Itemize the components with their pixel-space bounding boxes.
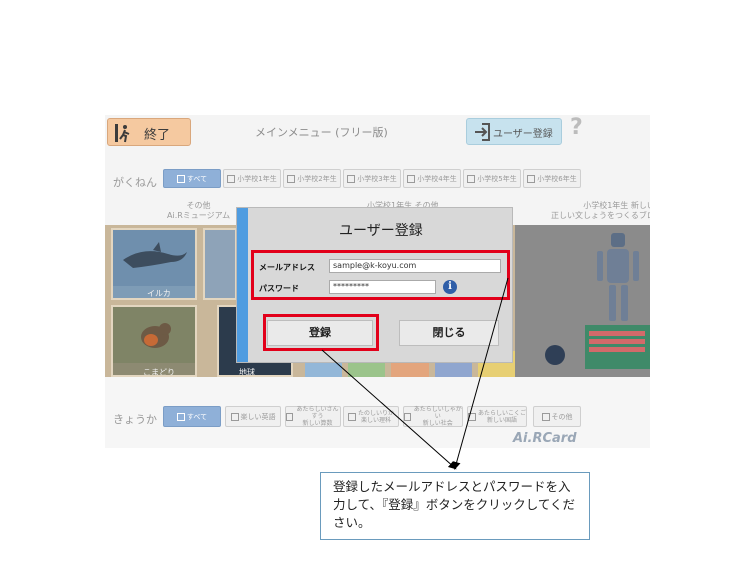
checkbox-icon [541, 412, 550, 421]
email-field[interactable]: sample@k-koyu.com [329, 259, 501, 273]
tile-caption-dolphin: イルカ [147, 289, 171, 298]
grade-chip-label: 小学校6年生 [537, 174, 577, 183]
checkbox-icon [467, 174, 476, 183]
register-button[interactable]: 登録 [267, 320, 373, 346]
subject-chip-line2: 新しい社会 [422, 420, 453, 427]
help-icon[interactable]: ? [570, 115, 583, 140]
grade-chip-label: 小学校4年生 [417, 174, 457, 183]
subject-chip[interactable]: すべて [163, 406, 221, 427]
grade-chip-label: 小学校2年生 [297, 174, 337, 183]
subject-filter-label: きょうか [113, 413, 157, 426]
tile-caption-robin: こまどり [143, 368, 175, 377]
subject-chip-line2: 楽しい理科 [360, 416, 391, 424]
user-register-button[interactable]: ユーザー登録 [466, 118, 562, 145]
subject-chip[interactable]: 楽しい英語 [225, 406, 281, 427]
subject-chip-line1: あたらしいさんすう [296, 406, 339, 420]
grade-chip[interactable]: 小学校5年生 [463, 169, 521, 188]
tile-caption-earth: 地球 [239, 368, 255, 377]
left-caption-line2: Ai.Rミュージアム [167, 211, 231, 220]
subject-chip-line1: たのしいりか [357, 409, 394, 417]
exit-button-label: 終了 [144, 128, 171, 143]
subject-chip[interactable]: あたらしいこくご 新しい国語 [467, 406, 527, 427]
subject-chip-line1: あたらしいしゃかい [413, 406, 462, 420]
exit-door-icon [115, 124, 130, 143]
checkbox-icon [227, 174, 236, 183]
right-caption-line2: 正しい文しょうをつくるブロック [551, 211, 650, 220]
left-column-caption: その他 Ai.Rミュージアム [167, 201, 230, 221]
grade-chip[interactable]: すべて [163, 169, 221, 188]
subject-chip-text: 楽しい英語 [241, 412, 276, 422]
menu-title: メインメニュー (フリー版) [255, 126, 388, 139]
tile-robin[interactable]: こまどり [111, 305, 197, 377]
subject-chip[interactable]: たのしいりか 楽しい理科 [343, 406, 399, 427]
checkbox-icon [176, 412, 185, 421]
subject-chip-line1: その他 [551, 412, 573, 421]
checkbox-icon [347, 412, 356, 421]
right-caption-line1: 小学校1年生 新しい国語 [583, 201, 650, 210]
info-icon[interactable]: i [443, 280, 457, 294]
subject-chip-line2: 新しい算数 [302, 420, 333, 427]
grade-filter-label: がくねん [113, 176, 157, 189]
subject-chip[interactable]: あたらしいさんすう 新しい算数 [285, 406, 341, 427]
subject-chip-text: あたらしいさんすう 新しい算数 [295, 406, 340, 427]
user-register-dialog: ユーザー登録 メールアドレス sample@k-koyu.com パスワード *… [236, 207, 513, 363]
checkbox-icon [347, 174, 356, 183]
dialog-title: ユーザー登録 [339, 223, 423, 239]
checkbox-icon [527, 174, 536, 183]
login-icon [475, 123, 490, 141]
robot-image [515, 225, 650, 377]
checkbox-icon [404, 412, 412, 421]
instruction-callout: 登録したメールアドレスとパスワードを入力して、『登録』ボタンをクリックしてくださ… [320, 472, 590, 540]
checkbox-icon [230, 412, 239, 421]
dolphin-image [113, 230, 195, 286]
subject-chip-line1: あたらしいこくご [478, 409, 527, 417]
user-register-button-label: ユーザー登録 [493, 129, 553, 140]
grade-chip-label: 小学校5年生 [477, 174, 517, 183]
grade-chip-label: 小学校1年生 [237, 174, 277, 183]
robot-preview[interactable] [515, 225, 650, 377]
grade-chip[interactable]: 小学校4年生 [403, 169, 461, 188]
top-bar: 終了 メインメニュー (フリー版) ユーザー登録 ? [105, 115, 650, 155]
subject-chip-text: すべて [187, 412, 207, 422]
subject-chip-text: その他 [552, 412, 573, 422]
robin-image [113, 307, 195, 363]
subject-chip[interactable]: その他 [533, 406, 581, 427]
dialog-accent-bar [237, 208, 248, 362]
grade-chip-label: 小学校3年生 [357, 174, 397, 183]
checkbox-icon [286, 412, 294, 421]
subject-chip-line2: 新しい国語 [486, 416, 517, 424]
exit-button[interactable]: 終了 [107, 118, 191, 146]
subject-chip-line1: すべて [186, 412, 208, 421]
checkbox-icon [468, 412, 476, 421]
subject-chip[interactable]: あたらしいしゃかい 新しい社会 [403, 406, 463, 427]
subject-chip-line1: 楽しい英語 [240, 412, 276, 421]
subject-chip-text: あたらしいこくご 新しい国語 [478, 410, 526, 424]
airecard-logo: Ai.RCard [513, 431, 577, 446]
subject-chip-text: あたらしいしゃかい 新しい社会 [413, 406, 462, 427]
password-label: パスワード [259, 284, 299, 293]
tile-dolphin[interactable]: イルカ [111, 228, 197, 300]
tile-partial-top[interactable] [203, 228, 237, 300]
subject-chip-text: たのしいりか 楽しい理科 [358, 410, 394, 424]
checkbox-icon [287, 174, 296, 183]
right-column-caption: 小学校1年生 新しい国語 正しい文しょうをつくるブロック [551, 201, 650, 221]
email-label: メールアドレス [259, 263, 315, 272]
grade-chip[interactable]: 小学校3年生 [343, 169, 401, 188]
grade-chip[interactable]: 小学校6年生 [523, 169, 581, 188]
close-button[interactable]: 閉じる [399, 320, 499, 346]
checkbox-icon [407, 174, 416, 183]
left-caption-line1: その他 [186, 201, 211, 210]
grade-chip-label: すべて [186, 174, 208, 183]
grade-chip[interactable]: 小学校1年生 [223, 169, 281, 188]
checkbox-icon [176, 174, 185, 183]
password-field[interactable]: ********* [329, 280, 436, 294]
grade-chip[interactable]: 小学校2年生 [283, 169, 341, 188]
